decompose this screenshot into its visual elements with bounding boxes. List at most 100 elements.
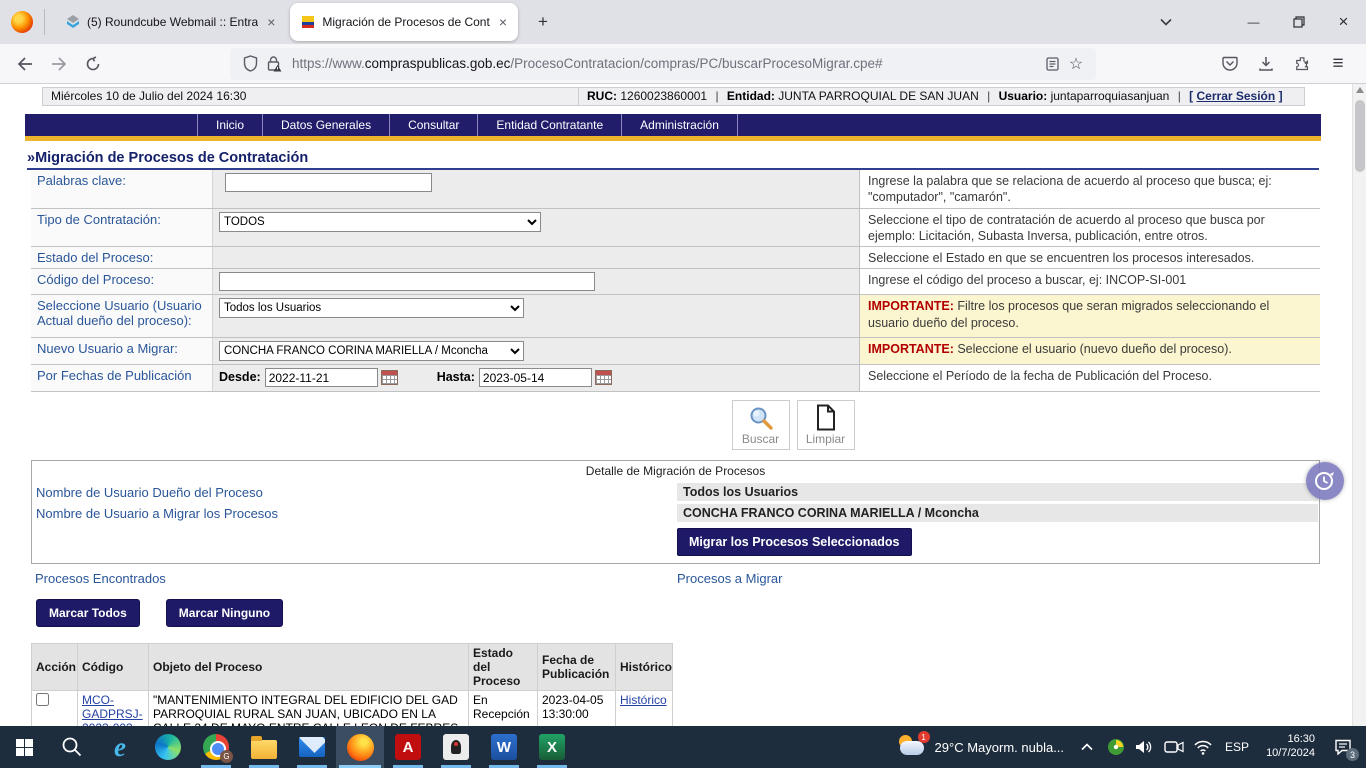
row-select-checkbox[interactable] bbox=[36, 693, 49, 706]
taskbar-java-app[interactable] bbox=[432, 726, 480, 768]
tab-roundcube-webmail[interactable]: (5) Roundcube Webmail :: Entra × bbox=[55, 5, 286, 39]
marcar-todos-button[interactable]: Marcar Todos bbox=[36, 599, 140, 627]
tab-migracion-procesos[interactable]: Migración de Procesos de Cont × bbox=[290, 3, 518, 41]
results-table: Acción Código Objeto del Proceso Estado … bbox=[31, 643, 673, 726]
taskbar-weather[interactable]: 1 29°C Mayorm. nubla... bbox=[897, 735, 1077, 759]
desde-input[interactable] bbox=[265, 368, 378, 387]
forward-button-icon[interactable] bbox=[44, 49, 74, 79]
tipo-contratacion-select[interactable]: TODOS bbox=[219, 212, 541, 232]
tray-meet-now-icon[interactable] bbox=[1163, 732, 1185, 762]
lock-warning-icon[interactable] bbox=[262, 52, 286, 76]
target-label: Nombre de Usuario a Migrar los Procesos bbox=[32, 506, 677, 521]
page-topbar: Miércoles 10 de Julio del 2024 16:30 RUC… bbox=[42, 87, 1366, 106]
proceso-codigo-link[interactable]: MCO-GADPRSJ-2023-003 bbox=[82, 693, 143, 726]
tab-close-icon[interactable]: × bbox=[264, 14, 278, 30]
detail-migracion-box: Detalle de Migración de Procesos Nombre … bbox=[31, 460, 1320, 564]
scrollbar-thumb[interactable] bbox=[1355, 100, 1365, 172]
marcar-ninguno-button[interactable]: Marcar Ninguno bbox=[166, 599, 283, 627]
tray-language-indicator[interactable]: ESP bbox=[1221, 740, 1253, 754]
close-window-button[interactable]: × bbox=[1321, 0, 1366, 44]
tray-clock[interactable]: 16:30 10/7/2024 bbox=[1260, 733, 1321, 761]
pocket-icon[interactable] bbox=[1212, 42, 1248, 86]
procesos-a-migrar-heading: Procesos a Migrar bbox=[677, 571, 782, 586]
clock-icon bbox=[1313, 469, 1337, 493]
action-center-button[interactable]: 3 bbox=[1328, 732, 1358, 762]
codigo-proceso-label: Código del Proceso: bbox=[31, 269, 212, 294]
weather-temp: 29°C bbox=[935, 740, 964, 755]
extensions-puzzle-icon[interactable] bbox=[1284, 42, 1320, 86]
taskbar-file-explorer[interactable] bbox=[240, 726, 288, 768]
usuario-value: juntaparroquiasanjuan bbox=[1051, 89, 1170, 103]
limpiar-label: Limpiar bbox=[806, 432, 845, 446]
minimize-button[interactable]: — bbox=[1231, 0, 1276, 44]
taskbar-mail[interactable] bbox=[288, 726, 336, 768]
tab-close-icon[interactable]: × bbox=[496, 14, 510, 30]
separator: | bbox=[715, 89, 718, 103]
main-navbar: Inicio Datos Generales Consultar Entidad… bbox=[25, 114, 1321, 136]
url-text[interactable]: https://www.compraspublicas.gob.ec/Proce… bbox=[292, 56, 1040, 71]
shield-icon[interactable] bbox=[238, 52, 262, 76]
hasta-input[interactable] bbox=[479, 368, 592, 387]
scroll-up-arrow-icon[interactable] bbox=[1356, 87, 1364, 93]
codigo-proceso-input[interactable] bbox=[219, 272, 595, 291]
chrome-icon: G bbox=[203, 734, 229, 760]
taskbar-acrobat[interactable]: A bbox=[384, 726, 432, 768]
importante-label: IMPORTANTE: bbox=[868, 342, 954, 356]
roundcube-favicon-icon bbox=[65, 14, 81, 30]
tray-chevron-up-icon[interactable] bbox=[1076, 732, 1098, 762]
tipo-contratacion-label: Tipo de Contratación: bbox=[31, 209, 212, 247]
reader-view-icon[interactable] bbox=[1040, 52, 1064, 76]
file-explorer-icon bbox=[251, 740, 277, 759]
tray-wifi-icon[interactable] bbox=[1192, 732, 1214, 762]
ecuador-favicon-icon bbox=[300, 14, 316, 30]
new-tab-button[interactable]: + bbox=[530, 9, 556, 35]
ruc-value: 1260023860001 bbox=[620, 89, 707, 103]
taskbar-firefox[interactable] bbox=[336, 726, 384, 768]
reload-button-icon[interactable] bbox=[78, 49, 108, 79]
bookmark-star-icon[interactable]: ☆ bbox=[1064, 52, 1088, 76]
buscar-button[interactable]: Buscar bbox=[732, 400, 790, 450]
nav-item-entidad-contratante[interactable]: Entidad Contratante bbox=[478, 114, 622, 136]
estado-proceso-help: Seleccione el Estado en que se encuentre… bbox=[859, 247, 1320, 268]
nav-item-administracion[interactable]: Administración bbox=[622, 114, 738, 136]
calendar-icon[interactable] bbox=[381, 370, 398, 385]
search-form: Palabras clave: Ingrese la palabra que s… bbox=[31, 170, 1320, 392]
taskbar-word[interactable]: W bbox=[480, 726, 528, 768]
taskbar-internet-explorer[interactable]: e bbox=[96, 726, 144, 768]
nav-item-inicio[interactable]: Inicio bbox=[197, 114, 263, 136]
nav-item-datos-generales[interactable]: Datos Generales bbox=[263, 114, 390, 136]
taskbar-chrome[interactable]: G bbox=[192, 726, 240, 768]
palabras-clave-help: Ingrese la palabra que se relaciona de a… bbox=[859, 170, 1320, 208]
importante-text: Seleccione el usuario (nuevo dueño del p… bbox=[954, 342, 1232, 356]
vertical-scrollbar[interactable] bbox=[1352, 84, 1366, 726]
tray-antivirus-icon[interactable] bbox=[1105, 732, 1127, 762]
browser-toolbar: https://www.compraspublicas.gob.ec/Proce… bbox=[0, 44, 1366, 84]
url-bar[interactable]: https://www.compraspublicas.gob.ec/Proce… bbox=[230, 48, 1096, 80]
tray-volume-icon[interactable] bbox=[1134, 732, 1156, 762]
usuario-actual-select[interactable]: Todos los Usuarios bbox=[219, 298, 524, 318]
logout-link[interactable]: Cerrar Sesión bbox=[1197, 89, 1276, 103]
taskbar-edge[interactable] bbox=[144, 726, 192, 768]
palabras-clave-input[interactable] bbox=[225, 173, 432, 192]
bracket: ] bbox=[1279, 89, 1283, 103]
taskbar-search-button[interactable] bbox=[48, 726, 96, 768]
owner-label: Nombre de Usuario Dueño del Proceso bbox=[32, 485, 677, 500]
search-icon bbox=[61, 736, 83, 758]
download-icon[interactable] bbox=[1248, 42, 1284, 86]
limpiar-button[interactable]: Limpiar bbox=[797, 400, 855, 450]
usuario-label: Usuario: bbox=[999, 89, 1048, 103]
floating-clock-widget[interactable] bbox=[1306, 462, 1344, 500]
usuario-actual-help: IMPORTANTE: Filtre los procesos que sera… bbox=[859, 295, 1320, 337]
search-icon bbox=[748, 405, 774, 431]
calendar-icon[interactable] bbox=[595, 370, 612, 385]
nav-item-consultar[interactable]: Consultar bbox=[390, 114, 478, 136]
hamburger-menu-icon[interactable]: ≡ bbox=[1320, 42, 1356, 86]
nuevo-usuario-select[interactable]: CONCHA FRANCO CORINA MARIELLA / Mconcha bbox=[219, 341, 524, 361]
start-button[interactable] bbox=[0, 726, 48, 768]
historico-link[interactable]: Histórico bbox=[620, 693, 667, 707]
migrar-procesos-button[interactable]: Migrar los Procesos Seleccionados bbox=[677, 528, 912, 556]
taskbar-excel[interactable]: X bbox=[528, 726, 576, 768]
maximize-button[interactable] bbox=[1276, 0, 1321, 44]
tab-list-chevron-icon[interactable] bbox=[1149, 0, 1183, 44]
back-button-icon[interactable] bbox=[10, 49, 40, 79]
